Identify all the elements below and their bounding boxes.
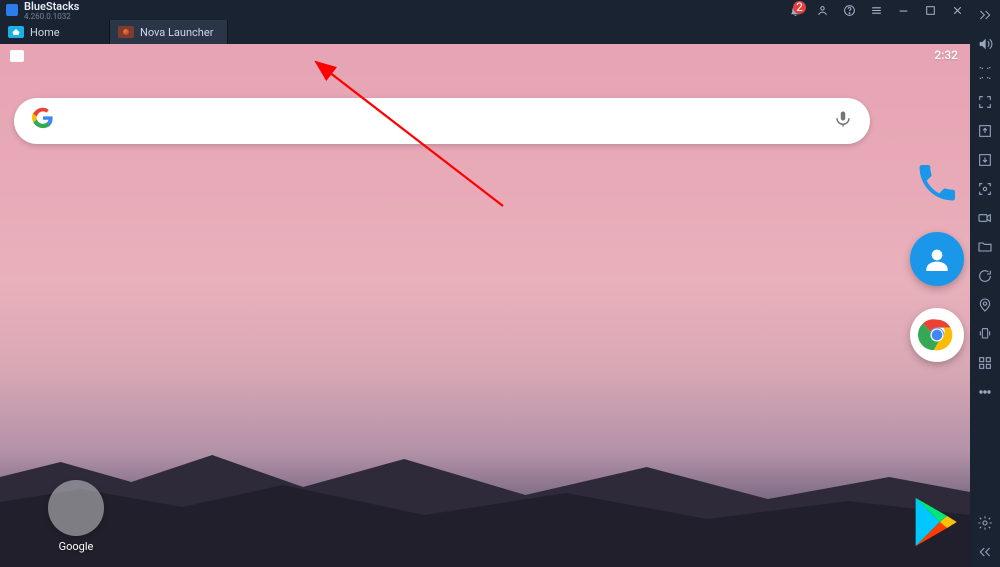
contacts-app[interactable] (910, 232, 964, 286)
tab-bar: Home Nova Launcher (0, 20, 970, 44)
help-button[interactable] (843, 4, 856, 17)
tab-nova-launcher[interactable]: Nova Launcher (110, 20, 228, 44)
keymap-button[interactable] (976, 354, 994, 372)
more-button[interactable] (976, 383, 994, 401)
fullscreen-button[interactable] (976, 93, 994, 111)
crop-button[interactable] (976, 64, 994, 82)
shake-button[interactable] (976, 325, 994, 343)
chrome-app[interactable] (910, 308, 964, 362)
tab-label: Home (30, 26, 60, 39)
back-button[interactable] (976, 543, 994, 561)
voice-search-icon[interactable] (834, 108, 852, 134)
close-button[interactable] (951, 4, 964, 17)
app-dock (910, 156, 964, 362)
media-folder-button[interactable] (976, 238, 994, 256)
settings-button[interactable] (976, 514, 994, 532)
wallpaper-mountains (0, 407, 970, 567)
record-button[interactable] (976, 209, 994, 227)
minimize-button[interactable] (897, 4, 910, 17)
status-bar-time: 2:32 (934, 48, 958, 62)
maximize-button[interactable] (924, 4, 937, 17)
notifications-button[interactable]: 2 (789, 4, 802, 17)
menu-button[interactable] (870, 4, 883, 17)
folder-icon (48, 480, 104, 536)
google-g-icon (32, 107, 54, 135)
google-folder[interactable]: Google (48, 480, 104, 553)
export-button[interactable] (976, 122, 994, 140)
scan-button[interactable] (976, 180, 994, 198)
android-viewport[interactable]: 2:32 (0, 44, 970, 567)
rotate-button[interactable] (976, 267, 994, 285)
folder-label: Google (59, 540, 94, 553)
window-titlebar: BlueStacks 4.260.0.1032 2 (0, 0, 970, 20)
right-toolbar (970, 0, 1000, 567)
tab-label: Nova Launcher (140, 26, 213, 39)
collapse-sidebar-button[interactable] (976, 6, 994, 24)
import-button[interactable] (976, 151, 994, 169)
account-button[interactable] (816, 4, 829, 17)
status-bar-app-icon (10, 50, 24, 62)
nova-launcher-icon (118, 26, 134, 38)
tab-home[interactable]: Home (0, 20, 110, 44)
volume-button[interactable] (976, 35, 994, 53)
bluestacks-logo-icon (6, 4, 18, 16)
notification-badge: 2 (793, 1, 806, 14)
brand-name: BlueStacks (24, 0, 79, 13)
phone-app[interactable] (910, 156, 964, 210)
google-search-bar[interactable] (14, 98, 870, 144)
location-button[interactable] (976, 296, 994, 314)
home-icon (8, 26, 24, 38)
play-store-app[interactable] (906, 493, 964, 555)
